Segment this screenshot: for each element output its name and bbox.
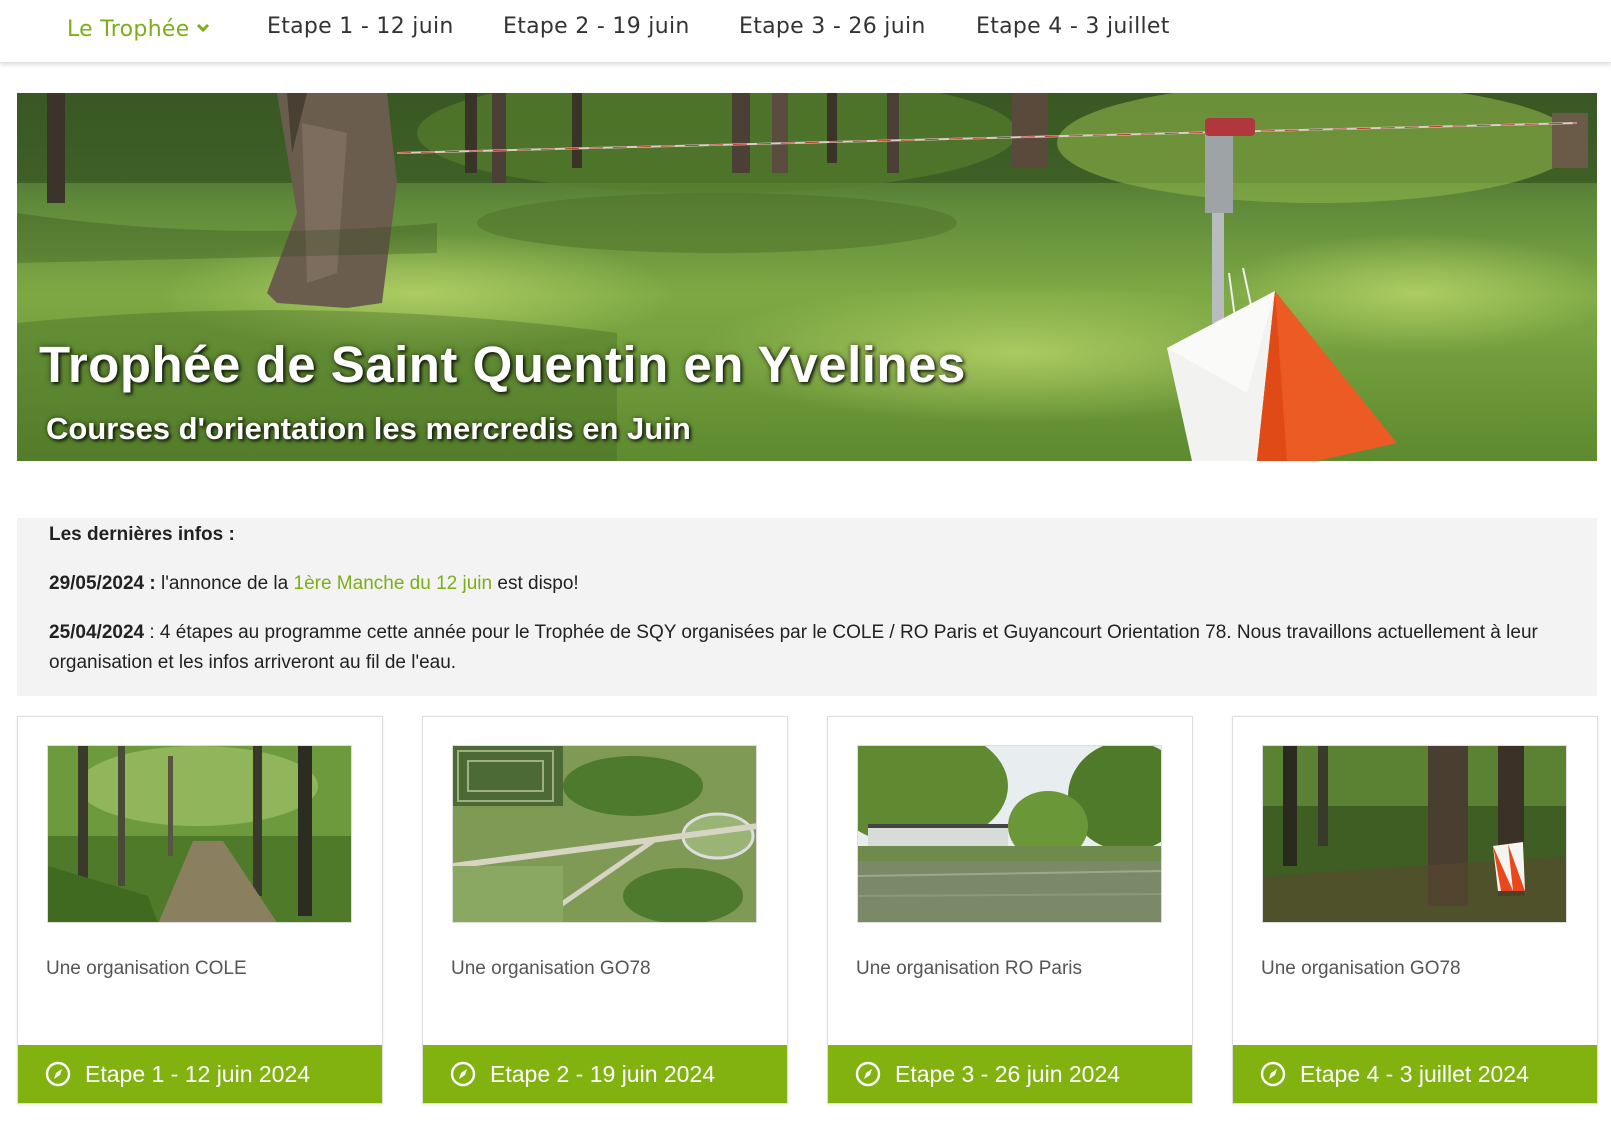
compass-icon [450, 1061, 476, 1087]
stage-button-label: Etape 3 - 26 juin 2024 [895, 1060, 1121, 1087]
hero-subtitle: Courses d'orientation les mercredis en J… [46, 411, 691, 446]
latest-news-box: Les dernières infos : 29/05/2024 : l'ann… [17, 518, 1597, 696]
stage-button-etape-2[interactable]: Etape 2 - 19 juin 2024 [423, 1045, 787, 1103]
news-item: 25/04/2024 : 4 étapes au programme cette… [49, 618, 1569, 678]
news-item: 29/05/2024 : l'annonce de la 1ère Manche… [49, 569, 579, 599]
nav-item-label: Le Trophée [67, 17, 190, 42]
nav-item-etape-4[interactable]: Etape 4 - 3 juillet [976, 14, 1170, 39]
stage-organizer: Une organisation GO78 [1261, 958, 1461, 979]
news-date: 25/04/2024 [49, 622, 145, 643]
stage-image-lake [857, 745, 1162, 923]
news-text: est dispo! [492, 573, 579, 594]
stage-card-1: Une organisation COLE Etape 1 - 12 juin … [17, 716, 383, 1104]
stage-image-forest-path [47, 745, 352, 923]
hero-banner: Trophée de Saint Quentin en Yvelines Cou… [17, 93, 1597, 461]
stage-image-aerial-park [452, 745, 757, 923]
stage-card-4: Une organisation GO78 Etape 4 - 3 juille… [1232, 716, 1598, 1104]
news-text: l'annonce de la [155, 573, 294, 594]
news-text: : 4 étapes au programme cette année pour… [49, 622, 1538, 673]
stage-image-forest-control [1262, 745, 1567, 923]
top-navigation: Le Trophée Etape 1 - 12 juin Etape 2 - 1… [0, 0, 1611, 63]
stage-card-2: Une organisation GO78 Etape 2 - 19 juin … [422, 716, 788, 1104]
stage-button-label: Etape 4 - 3 juillet 2024 [1300, 1060, 1529, 1087]
compass-icon [1260, 1061, 1286, 1087]
news-date: 29/05/2024 : [49, 573, 156, 594]
hero-title: Trophée de Saint Quentin en Yvelines [39, 336, 966, 393]
stage-card-3: Une organisation RO Paris Etape 3 - 26 j… [827, 716, 1193, 1104]
stage-organizer: Une organisation COLE [46, 958, 247, 979]
chevron-down-icon [196, 14, 210, 39]
compass-icon [45, 1061, 71, 1087]
news-link-etape-1[interactable]: 1ère Manche du 12 juin [294, 573, 493, 594]
hero-forest-image [17, 93, 1597, 461]
stage-button-etape-3[interactable]: Etape 3 - 26 juin 2024 [828, 1045, 1192, 1103]
stage-organizer: Une organisation RO Paris [856, 958, 1082, 979]
nav-item-le-trophee[interactable]: Le Trophée [67, 14, 210, 42]
nav-item-etape-3[interactable]: Etape 3 - 26 juin [739, 14, 926, 39]
stage-button-etape-4[interactable]: Etape 4 - 3 juillet 2024 [1233, 1045, 1597, 1103]
nav-item-etape-1[interactable]: Etape 1 - 12 juin [267, 14, 454, 39]
stage-button-label: Etape 1 - 12 juin 2024 [85, 1060, 311, 1087]
news-heading: Les dernières infos : [49, 524, 235, 545]
compass-icon [855, 1061, 881, 1087]
stage-organizer: Une organisation GO78 [451, 958, 651, 979]
stage-button-label: Etape 2 - 19 juin 2024 [490, 1060, 716, 1087]
stage-button-etape-1[interactable]: Etape 1 - 12 juin 2024 [18, 1045, 382, 1103]
nav-item-etape-2[interactable]: Etape 2 - 19 juin [503, 14, 690, 39]
